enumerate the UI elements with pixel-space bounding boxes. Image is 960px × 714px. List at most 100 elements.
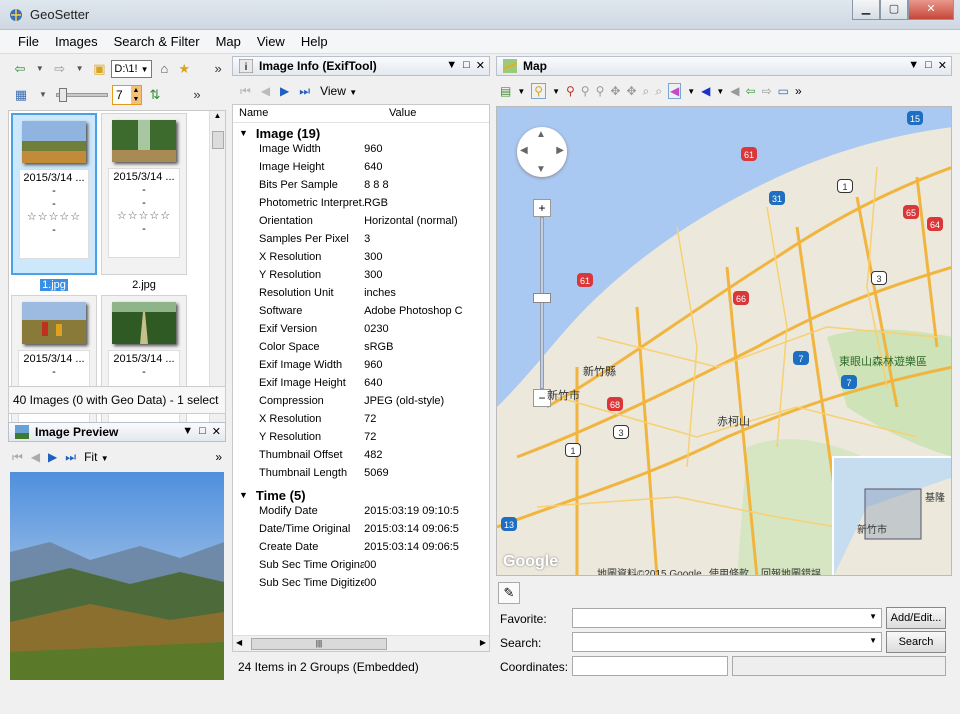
track-icon[interactable]: ✥ [610, 84, 620, 98]
exif-row[interactable]: Date/Time Original 2015:03:14 09:06:5 [233, 523, 489, 541]
panel-close-icon[interactable]: ✕ [212, 425, 221, 438]
scroll-left-icon[interactable]: ◀ [236, 638, 242, 647]
zoom-in-button[interactable]: + [533, 199, 551, 217]
menu-file[interactable]: File [10, 34, 47, 49]
panel-dropdown-icon[interactable]: ▼ [182, 425, 193, 438]
scroll-thumb[interactable]: ||| [251, 638, 387, 650]
more-icon[interactable]: » [795, 84, 802, 98]
chevron-down-icon[interactable]: ▼ [869, 636, 877, 645]
map-view[interactable]: ▲ ▼ ◀ ▶ + − 15 61 31 1 65 64 61 66 3 7 7 68 3 1 13 新竹縣… [496, 106, 952, 576]
menu-map[interactable]: Map [208, 34, 249, 49]
map-report-link[interactable]: 回報地圖錯誤 [761, 565, 821, 575]
exif-row[interactable]: Photometric Interpret... RGB [233, 197, 489, 215]
pan-down-icon[interactable]: ▼ [536, 164, 546, 175]
exif-row[interactable]: Exif Image Width 960 [233, 359, 489, 377]
menu-help[interactable]: Help [293, 34, 336, 49]
exif-row[interactable]: Compression JPEG (old-style) [233, 395, 489, 413]
exif-row[interactable]: Bits Per Sample 8 8 8 [233, 179, 489, 197]
thumbnail-item[interactable]: 2015/3/14 ... - [11, 295, 97, 439]
track-edit-icon[interactable]: ✥ [626, 84, 636, 98]
map-terms-link[interactable]: 使用條款 [709, 565, 749, 575]
exif-row[interactable]: Sub Sec Time Digitized 00 [233, 577, 489, 595]
exif-row[interactable]: Exif Image Height 640 [233, 377, 489, 395]
pan-right-icon[interactable]: ▶ [556, 145, 564, 156]
last-icon[interactable]: ⏭ [299, 84, 310, 99]
slider-thumb[interactable] [59, 88, 67, 102]
add-edit-button[interactable]: Add/Edit... [886, 607, 946, 629]
exif-row[interactable]: Orientation Horizontal (normal) [233, 215, 489, 233]
maximize-button[interactable]: ▢ [880, 0, 908, 20]
marker-remove-icon[interactable]: ⚲ [596, 84, 605, 98]
more-icon[interactable]: » [188, 87, 206, 103]
marker-icon[interactable]: ⚲ [566, 84, 575, 98]
thumbnail-item[interactable]: 2015/3/14 ... - - ☆☆☆☆☆ - 1.jpg [11, 113, 97, 291]
chevron-down-icon[interactable]: ▼ [32, 61, 48, 77]
previous-icon[interactable]: ◀ [261, 84, 270, 98]
previous-icon[interactable]: ◀ [31, 450, 40, 464]
rating-stars[interactable]: ☆☆☆☆☆ [109, 210, 179, 223]
rating-stars[interactable]: ☆☆☆☆☆ [20, 211, 88, 224]
direction-icon[interactable]: ◀ [701, 84, 710, 98]
exif-row[interactable]: Create Date 2015:03:14 09:06:5 [233, 541, 489, 559]
sort-icon[interactable]: ⇅ [146, 87, 164, 103]
spin-arrows-icon[interactable]: ▲ ▼ [131, 86, 141, 104]
folder-tree-icon[interactable]: ⌂ [156, 61, 172, 77]
exif-row[interactable]: Modify Date 2015:03:19 09:10:5 [233, 505, 489, 523]
thumbnail-item[interactable]: 2015/3/14 ... - [101, 295, 187, 439]
comment-icon[interactable]: ▭ [778, 84, 789, 98]
back-arrow-icon[interactable]: ⇦ [746, 84, 756, 98]
next-icon[interactable]: ▶ [48, 450, 57, 464]
zoom-to-icon[interactable]: ⌕ [643, 84, 650, 99]
exif-row[interactable]: Software Adobe Photoshop C [233, 305, 489, 323]
more-icon[interactable]: » [215, 450, 222, 464]
direction-left-icon[interactable]: ◀ [667, 83, 682, 99]
chevron-down-icon[interactable]: ▼ [687, 87, 695, 96]
menu-images[interactable]: Images [47, 34, 106, 49]
marker-edit-icon[interactable]: ⚲ [581, 84, 590, 98]
next-icon[interactable]: ▶ [280, 84, 289, 98]
exif-row[interactable]: Sub Sec Time Original 00 [233, 559, 489, 577]
exif-row[interactable]: Y Resolution 300 [233, 269, 489, 287]
exif-row[interactable]: Samples Per Pixel 3 [233, 233, 489, 251]
thumbnail-item[interactable]: 2015/3/14 ... - - ☆☆☆☆☆ - 2.jpg [101, 113, 187, 291]
direction-gray-icon[interactable]: ◀ [730, 84, 739, 98]
zoom-slider[interactable]: + − [533, 199, 551, 409]
menu-view[interactable]: View [249, 34, 293, 49]
last-icon[interactable]: ⏭ [65, 450, 76, 465]
panel-maximize-icon[interactable]: □ [199, 425, 206, 438]
number-spinner[interactable]: 7 ▲ ▼ [112, 85, 142, 105]
exif-row[interactable]: X Resolution 300 [233, 251, 489, 269]
exif-row[interactable]: Exif Version 0230 [233, 323, 489, 341]
column-name[interactable]: Name [233, 105, 383, 122]
exif-group[interactable]: ▼ Image (19) [233, 123, 489, 143]
chevron-down-icon[interactable]: ▼ [34, 87, 52, 103]
exif-row[interactable]: Resolution Unit inches [233, 287, 489, 305]
first-icon[interactable]: ⏮ [240, 84, 251, 99]
folder-up-icon[interactable]: ▣ [92, 61, 108, 77]
exif-row[interactable]: Image Width 960 [233, 143, 489, 161]
search-input[interactable]: ▼ [572, 632, 882, 652]
pan-left-icon[interactable]: ◀ [520, 145, 528, 156]
zoom-track[interactable] [540, 217, 544, 389]
minimize-button[interactable]: ▁ [852, 0, 880, 20]
chevron-down-icon[interactable]: ▼ [552, 87, 560, 96]
column-value[interactable]: Value [383, 105, 422, 122]
collapse-icon[interactable]: ▼ [239, 490, 248, 500]
scroll-up-icon[interactable]: ▲ [210, 111, 225, 120]
drive-select[interactable]: D:\1! ▼ [111, 60, 153, 78]
exif-horizontal-scrollbar[interactable]: ◀ ||| ▶ [233, 635, 489, 651]
view-grid-icon[interactable]: ▦ [12, 87, 30, 103]
folder-favorite-icon[interactable]: ★ [176, 61, 192, 77]
menu-search-filter[interactable]: Search & Filter [106, 34, 208, 49]
zoom-thumb[interactable] [533, 293, 551, 303]
favorite-select[interactable]: ▼ [572, 608, 882, 628]
panel-dropdown-icon[interactable]: ▼ [908, 59, 919, 72]
exif-row[interactable]: Image Height 640 [233, 161, 489, 179]
forward-arrow-icon[interactable]: ⇨ [762, 84, 772, 98]
pin-tool-icon[interactable]: ⚲ [531, 83, 547, 99]
more-icon[interactable]: » [210, 61, 226, 77]
scroll-right-icon[interactable]: ▶ [480, 638, 486, 647]
collapse-icon[interactable]: ▼ [239, 128, 248, 138]
coordinates-input[interactable] [572, 656, 728, 676]
pan-up-icon[interactable]: ▲ [536, 129, 546, 140]
